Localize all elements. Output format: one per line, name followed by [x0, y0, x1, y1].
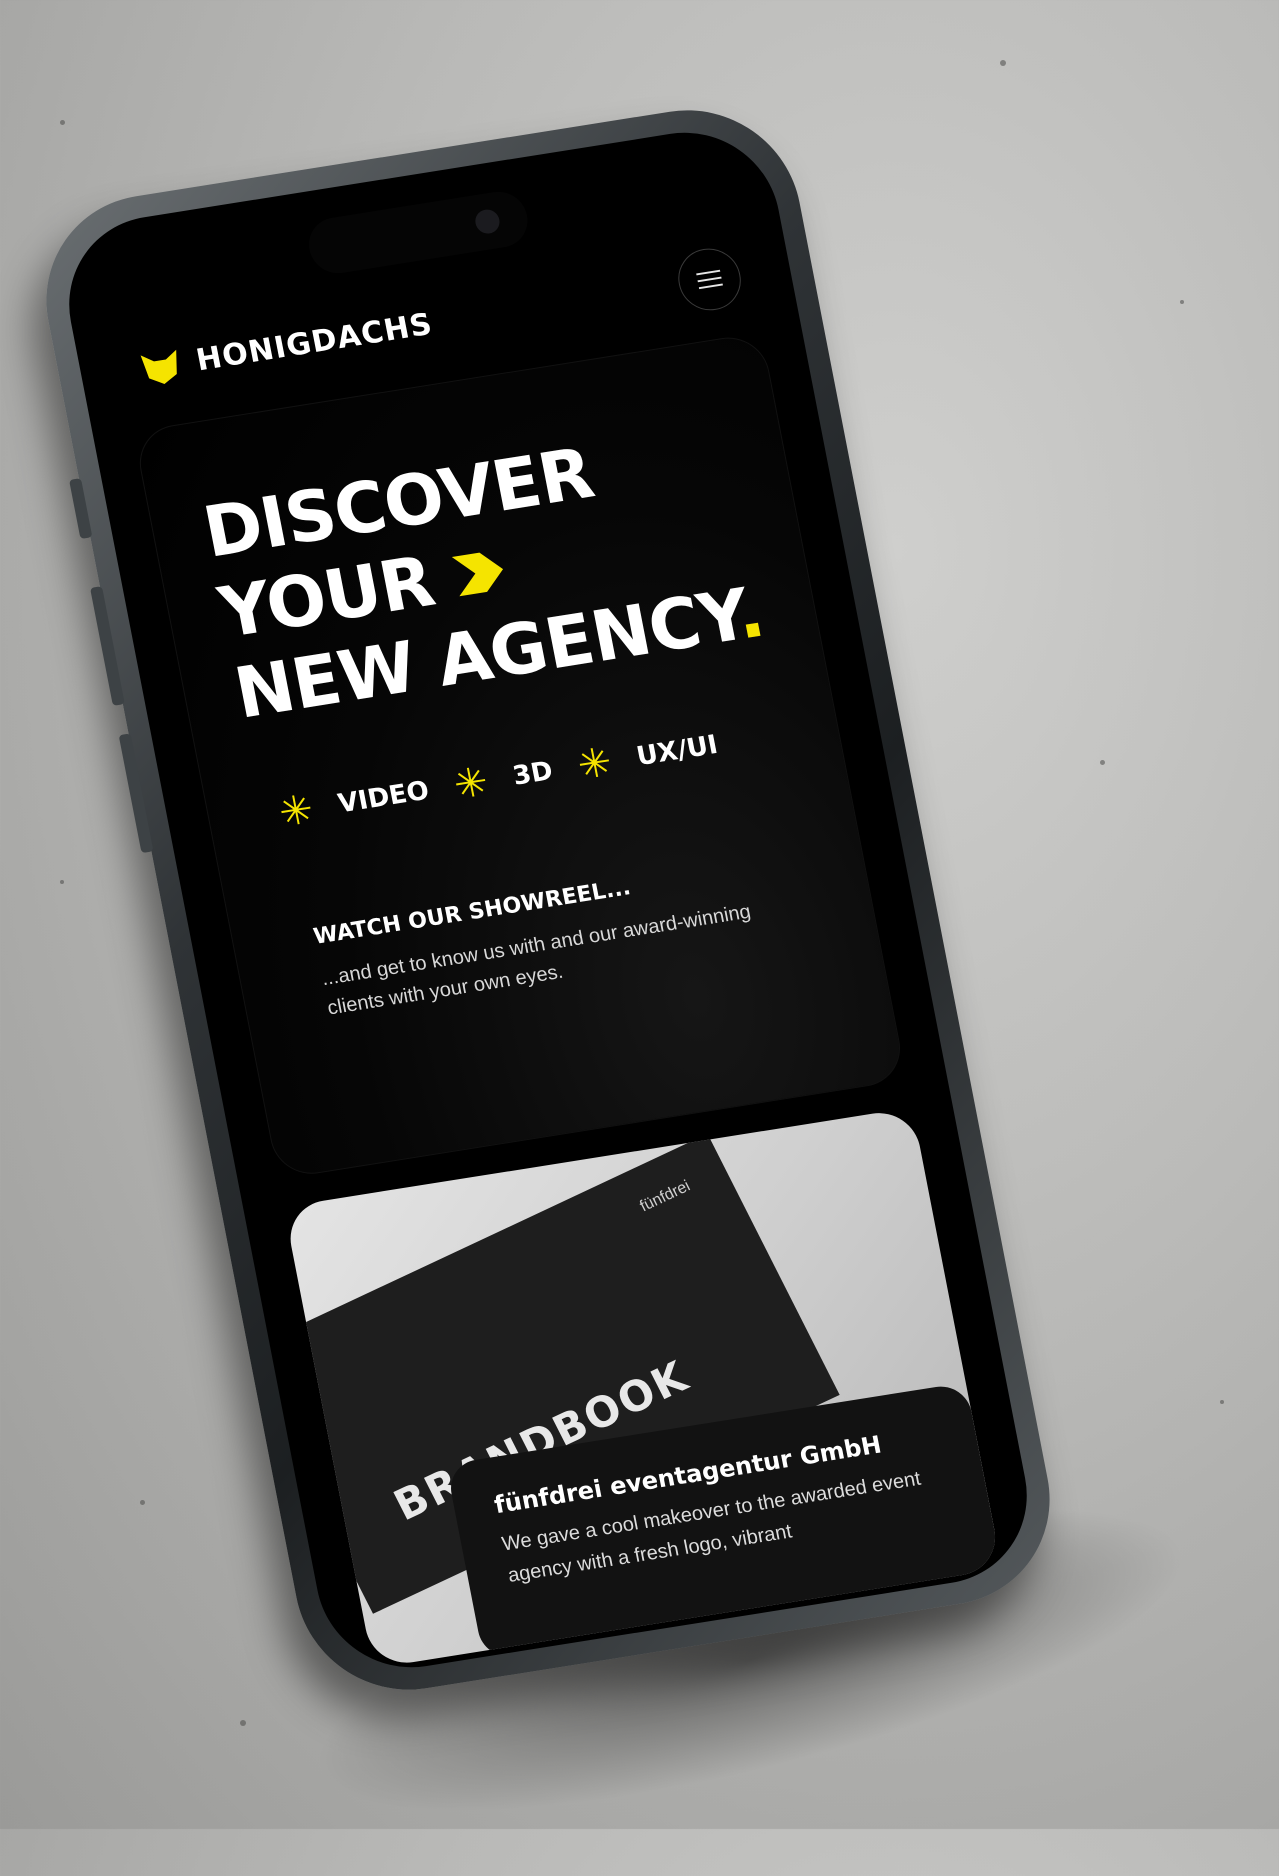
- phone-frame: HONIGDACHS DISCOVER YOUR NEW AGENCY. ✳ V…: [27, 94, 1069, 1706]
- chevron-right-icon: [452, 552, 504, 597]
- asterisk-icon: ✳: [573, 738, 616, 790]
- phone-mockup: HONIGDACHS DISCOVER YOUR NEW AGENCY. ✳ V…: [0, 0, 1279, 1829]
- asterisk-icon: ✳: [449, 758, 492, 809]
- service-tags: ✳ VIDEO ✳ 3D ✳ UX/UI: [275, 725, 721, 837]
- image-brand-mark: fünfdrei: [637, 1177, 694, 1216]
- brand-name: HONIGDACHS: [193, 306, 436, 378]
- tag-uxui[interactable]: UX/UI: [634, 730, 720, 772]
- dynamic-island: [304, 187, 533, 278]
- project-card[interactable]: fünfdrei BRANDBOOK fünfdrei eventagentur…: [283, 1107, 1002, 1669]
- camera-icon: [473, 207, 502, 236]
- hamburger-menu-icon[interactable]: [673, 244, 747, 315]
- tag-3d[interactable]: 3D: [510, 756, 555, 792]
- badger-logo-icon: [140, 349, 177, 384]
- hero-headline: DISCOVER YOUR NEW AGENCY.: [197, 410, 770, 735]
- mute-switch: [69, 478, 93, 539]
- logo[interactable]: HONIGDACHS: [137, 304, 436, 389]
- hero-section: DISCOVER YOUR NEW AGENCY. ✳ VIDEO ✳ 3D ✳…: [132, 331, 907, 1180]
- volume-down-button: [118, 733, 154, 854]
- tag-video[interactable]: VIDEO: [336, 776, 432, 820]
- volume-up-button: [90, 586, 125, 706]
- phone-screen: HONIGDACHS DISCOVER YOUR NEW AGENCY. ✳ V…: [53, 119, 1043, 1681]
- asterisk-icon: ✳: [275, 786, 318, 837]
